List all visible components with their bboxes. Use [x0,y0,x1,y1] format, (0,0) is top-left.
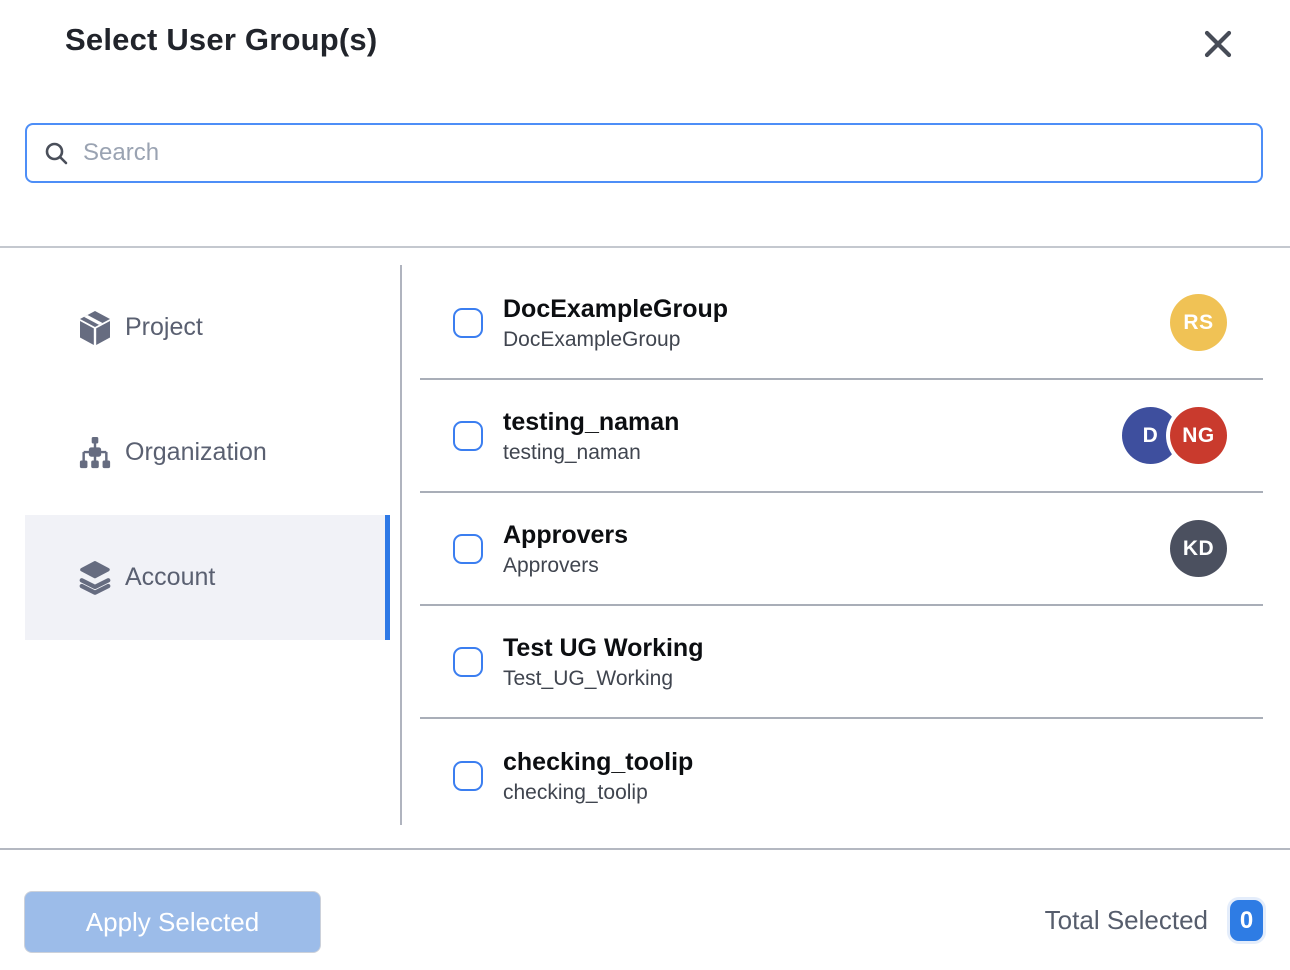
search-box[interactable] [25,123,1263,183]
avatar: KD [1170,520,1227,577]
total-selected: Total Selected 0 [1045,900,1263,941]
scope-tabs: Project Organization [25,265,390,640]
cube-icon [78,310,112,346]
group-title: testing_naman [503,406,679,438]
group-checkbox[interactable] [453,308,483,338]
org-chart-icon [78,436,112,470]
tab-project-label: Project [125,313,203,342]
group-checkbox[interactable] [453,761,483,791]
avatar-group: RS [1170,294,1227,351]
total-selected-label: Total Selected [1045,905,1208,936]
tab-project[interactable]: Project [25,265,390,390]
group-checkbox[interactable] [453,421,483,451]
page-title: Select User Group(s) [65,22,377,58]
group-subtitle: checking_toolip [503,779,693,806]
group-checkbox[interactable] [453,534,483,564]
group-checkbox[interactable] [453,647,483,677]
search-icon [44,141,69,166]
layers-icon [78,560,112,596]
total-selected-count-badge: 0 [1230,900,1263,941]
user-group-list: DocExampleGroup DocExampleGroup RS testi… [420,267,1263,832]
tab-organization[interactable]: Organization [25,390,390,515]
avatar-group: KD [1170,520,1227,577]
apply-selected-button[interactable]: Apply Selected [25,892,320,952]
close-icon [1203,29,1233,59]
group-subtitle: DocExampleGroup [503,326,728,353]
group-title: Test UG Working [503,632,703,664]
group-subtitle: testing_naman [503,439,679,466]
tab-account[interactable]: Account [25,515,390,640]
close-button[interactable] [1198,24,1238,64]
footer-divider [0,848,1290,850]
avatar: NG [1170,407,1227,464]
list-item[interactable]: Approvers Approvers KD [420,493,1263,606]
list-item[interactable]: testing_naman testing_naman D NG [420,380,1263,493]
group-subtitle: Test_UG_Working [503,665,703,692]
tab-organization-label: Organization [125,438,267,467]
list-item[interactable]: Test UG Working Test_UG_Working [420,606,1263,719]
group-title: Approvers [503,519,628,551]
panel-divider [400,265,402,825]
group-subtitle: Approvers [503,552,628,579]
avatar-group: D NG [1122,407,1227,464]
list-item[interactable]: DocExampleGroup DocExampleGroup RS [420,267,1263,380]
tab-account-label: Account [125,563,215,592]
group-title: DocExampleGroup [503,293,728,325]
search-input[interactable] [83,125,1249,181]
header-divider [0,246,1290,248]
list-item[interactable]: checking_toolip checking_toolip [420,719,1263,832]
avatar: RS [1170,294,1227,351]
group-title: checking_toolip [503,746,693,778]
